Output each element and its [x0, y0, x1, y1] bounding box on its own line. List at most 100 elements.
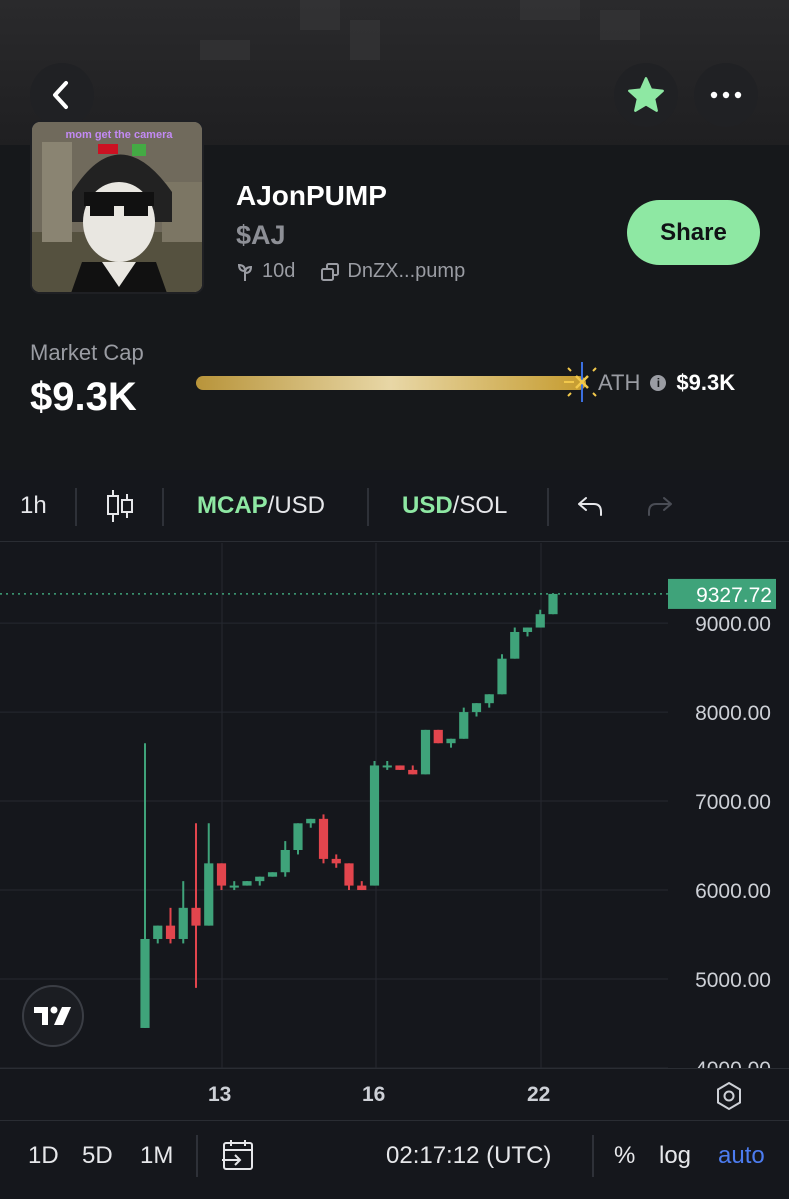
- tradingview-logo[interactable]: [22, 985, 84, 1047]
- more-options-button[interactable]: [694, 63, 758, 127]
- y-tick-label: 9000.00: [695, 613, 771, 636]
- goto-date-button[interactable]: [220, 1121, 256, 1191]
- token-meta: 10d DnZX...pump: [236, 260, 465, 283]
- x-tick: 13: [208, 1083, 232, 1106]
- candlestick-chart[interactable]: 9000.00 8000.00 7000.00 6000.00 5000.00 4000.…: [0, 543, 789, 1068]
- candle-body: [382, 765, 392, 768]
- x-tick: 16: [362, 1083, 386, 1106]
- candle-body: [267, 872, 278, 877]
- mcap-label: MCAP: [197, 492, 268, 519]
- candle-body: [395, 765, 405, 770]
- candle-body: [140, 938, 150, 1028]
- candle-body: [153, 925, 163, 939]
- auto-toggle[interactable]: auto: [718, 1121, 765, 1191]
- usd-active-label: USD: [402, 492, 453, 519]
- token-address[interactable]: DnZX...pump: [347, 260, 465, 283]
- y-tick-label: 5000.00: [695, 969, 771, 992]
- candle-body: [548, 593, 558, 615]
- candle-body: [471, 703, 482, 713]
- mcap-usd-toggle[interactable]: MCAP/USD: [197, 470, 325, 542]
- time-display: 02:17:12 (UTC): [386, 1142, 552, 1169]
- candle-body: [459, 712, 469, 739]
- toolbar-divider: [162, 488, 164, 526]
- candle-body: [369, 765, 380, 886]
- token-age: 10d: [262, 260, 296, 282]
- chevron-left-icon: [53, 81, 68, 109]
- ath-progress-bar: [196, 376, 586, 390]
- percent-toggle[interactable]: %: [614, 1121, 635, 1191]
- usd-label: /USD: [267, 492, 326, 519]
- candle-body: [535, 614, 545, 628]
- candle-body: [204, 863, 214, 926]
- ath-label-text: ATH: [598, 370, 641, 395]
- footer-divider: [592, 1135, 594, 1177]
- toolbar-divider: [75, 488, 77, 526]
- token-ticker: $AJ: [236, 220, 286, 250]
- candle-body: [255, 876, 265, 882]
- candle-body: [331, 858, 341, 864]
- candle-body: [293, 823, 303, 850]
- info-icon[interactable]: i: [650, 375, 667, 391]
- undo-icon: [578, 497, 602, 516]
- chart-toolbar: 1h MCAP/USD USD/SOL: [0, 470, 789, 542]
- x-tick: 22: [527, 1083, 551, 1106]
- candle-body: [446, 738, 456, 744]
- token-name: AJonPUMP: [236, 180, 387, 211]
- price-chart[interactable]: 9000.00 8000.00 7000.00 6000.00 5000.00 4000.…: [0, 543, 789, 1068]
- candle-body: [357, 885, 367, 891]
- favorite-button[interactable]: [614, 63, 678, 127]
- y-tick-label: 7000.00: [695, 791, 771, 814]
- undo-button[interactable]: [576, 470, 604, 542]
- candle-body: [420, 729, 431, 775]
- candle-body: [216, 863, 227, 886]
- range-1d-button[interactable]: 1D: [28, 1121, 59, 1191]
- sol-label: /SOL: [452, 492, 508, 519]
- candle-body: [408, 769, 418, 775]
- candle-body: [318, 818, 329, 859]
- copy-icon[interactable]: [321, 262, 340, 281]
- range-1m-button[interactable]: 1M: [140, 1121, 173, 1191]
- ath-value: $9.3K: [676, 370, 736, 395]
- x-axis: 13 16 22: [0, 1068, 789, 1120]
- sprout-icon: [237, 263, 253, 281]
- ath-info: ATH i $9.3K: [598, 370, 735, 396]
- candle-body: [497, 658, 507, 695]
- more-dots-icon: [710, 91, 742, 99]
- candle-body: [280, 849, 290, 873]
- candle-body: [510, 631, 520, 659]
- interval-selector[interactable]: 1h: [20, 470, 47, 542]
- last-price-label: 9327.72: [696, 584, 772, 607]
- candle-body: [522, 627, 533, 632]
- calendar-arrow-icon: [222, 1140, 253, 1170]
- range-5d-button[interactable]: 5D: [82, 1121, 113, 1191]
- candle-body: [306, 818, 316, 824]
- back-button[interactable]: [30, 63, 94, 127]
- y-tick-label: 8000.00: [695, 702, 771, 725]
- redo-icon: [648, 497, 672, 516]
- candle-body: [165, 925, 176, 939]
- y-tick-label: 4000.00: [695, 1058, 771, 1068]
- market-cap-value: $9.3K: [30, 375, 137, 419]
- tradingview-icon: [34, 1006, 71, 1025]
- star-icon: [628, 77, 664, 112]
- usd-sol-toggle[interactable]: USD/SOL: [402, 470, 507, 542]
- candle-body: [191, 907, 201, 926]
- chart-footer: 1D 5D 1M 02:17:12 (UTC) % log auto: [0, 1120, 789, 1199]
- token-header: mom get the camera AJonPUMP $AJ 10d DnZX…: [0, 0, 789, 470]
- y-tick-label: 6000.00: [695, 880, 771, 903]
- settings-hexagon-icon[interactable]: [714, 1081, 744, 1111]
- candle-body: [242, 881, 252, 886]
- candle-body: [178, 907, 188, 939]
- footer-divider: [196, 1135, 198, 1177]
- chart-type-button[interactable]: [106, 470, 134, 542]
- market-cap-label: Market Cap: [30, 340, 144, 365]
- candle-body: [484, 694, 494, 704]
- candle-body: [433, 729, 443, 744]
- share-button[interactable]: Share: [627, 200, 760, 265]
- log-toggle[interactable]: log: [659, 1121, 691, 1191]
- svg-text:mom get the camera: mom get the camera: [66, 129, 174, 141]
- candle-body: [229, 885, 239, 888]
- candle-body: [344, 863, 354, 886]
- candlestick-icon: [107, 490, 133, 522]
- redo-button[interactable]: [646, 470, 674, 542]
